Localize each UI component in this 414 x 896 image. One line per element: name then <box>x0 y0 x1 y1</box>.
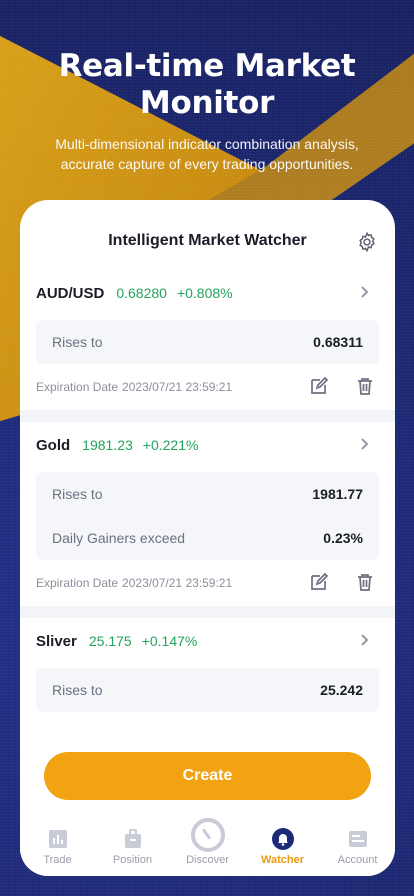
symbol: Sliver <box>36 632 77 650</box>
conditions: Rises to 0.68311 <box>36 320 379 364</box>
trash-icon[interactable] <box>355 376 375 396</box>
expiration-label: Expiration Date <box>36 576 119 590</box>
phone-screen: Intelligent Market Watcher AUD/USD 0.682… <box>20 200 395 876</box>
price: 0.68280 <box>116 285 167 301</box>
condition-label: Rises to <box>52 486 103 502</box>
expiration-label: Expiration Date <box>36 380 119 394</box>
page-title: Intelligent Market Watcher <box>108 232 307 249</box>
change: +0.221% <box>142 437 199 453</box>
conditions: Rises to 25.242 <box>36 668 379 712</box>
expiration-date: 2023/07/21 23:59:21 <box>122 380 233 394</box>
hero: Real-time Market Monitor Multi-dimension… <box>0 48 414 174</box>
condition-value: 25.242 <box>320 682 363 698</box>
chart-bar-icon <box>48 830 67 848</box>
gear-icon[interactable] <box>356 231 378 253</box>
price: 1981.23 <box>82 437 133 453</box>
alert-list[interactable]: AUD/USD 0.68280 +0.808% Rises to 0.68311… <box>20 270 395 790</box>
tab-label: Trade <box>43 854 72 866</box>
divider <box>20 606 395 618</box>
trash-icon[interactable] <box>355 572 375 592</box>
condition-value: 1981.77 <box>312 486 363 502</box>
bell-icon <box>271 828 294 850</box>
expiration-row: Expiration Date 2023/07/21 23:59:21 <box>36 364 379 410</box>
tab-label: Position <box>112 854 153 866</box>
chevron-right-icon[interactable] <box>357 437 371 451</box>
condition-row: Rises to 25.242 <box>36 668 379 712</box>
tab-discover[interactable]: Discover <box>170 818 245 876</box>
compass-icon <box>190 818 225 852</box>
expiration-row: Expiration Date 2023/07/21 23:59:21 <box>36 560 379 606</box>
briefcase-icon <box>124 829 141 848</box>
condition-value: 0.68311 <box>313 334 363 350</box>
tab-label: Discover <box>186 854 229 866</box>
tab-trade[interactable]: Trade <box>20 818 95 876</box>
tab-label: Account <box>337 854 378 866</box>
alert-header[interactable]: Gold 1981.23 +0.221% <box>36 422 379 468</box>
price: 25.175 <box>88 633 132 649</box>
condition-label: Rises to <box>52 682 103 698</box>
conditions: Rises to 1981.77 Daily Gainers exceed 0.… <box>36 472 379 560</box>
condition-value: 0.23% <box>323 530 363 546</box>
edit-icon[interactable] <box>309 572 329 592</box>
condition-label: Rises to <box>52 334 103 350</box>
account-card-icon <box>348 831 367 847</box>
change: +0.147% <box>141 633 198 649</box>
tab-account[interactable]: Account <box>320 818 395 876</box>
alert-header[interactable]: AUD/USD 0.68280 +0.808% <box>36 270 379 316</box>
alert-card-audusd[interactable]: AUD/USD 0.68280 +0.808% Rises to 0.68311… <box>20 270 395 410</box>
edit-icon[interactable] <box>309 376 329 396</box>
chevron-right-icon[interactable] <box>357 285 371 299</box>
hero-title: Real-time Market Monitor <box>58 48 356 121</box>
condition-label: Daily Gainers exceed <box>52 530 186 546</box>
expiration-date: 2023/07/21 23:59:21 <box>122 576 233 590</box>
tab-label: Watcher <box>261 854 304 866</box>
alert-card-sliver[interactable]: Sliver 25.175 +0.147% Rises to 25.242 <box>20 618 395 712</box>
condition-row: Rises to 0.68311 <box>36 320 379 364</box>
condition-row: Daily Gainers exceed 0.23% <box>36 516 379 560</box>
hero-subtitle: Multi-dimensional indicator combination … <box>55 136 359 172</box>
change: +0.808% <box>176 285 233 301</box>
tab-position[interactable]: Position <box>95 818 170 876</box>
tab-bar: Trade Position Discover Watcher Account <box>20 818 395 876</box>
chevron-right-icon[interactable] <box>357 633 371 647</box>
symbol: Gold <box>36 436 71 454</box>
condition-row: Rises to 1981.77 <box>36 472 379 516</box>
alert-card-gold[interactable]: Gold 1981.23 +0.221% Rises to 1981.77 Da… <box>20 422 395 606</box>
tab-watcher[interactable]: Watcher <box>245 818 320 876</box>
symbol: AUD/USD <box>36 284 105 302</box>
alert-header[interactable]: Sliver 25.175 +0.147% <box>36 618 379 664</box>
divider <box>20 410 395 422</box>
create-button[interactable]: Create <box>44 752 371 800</box>
